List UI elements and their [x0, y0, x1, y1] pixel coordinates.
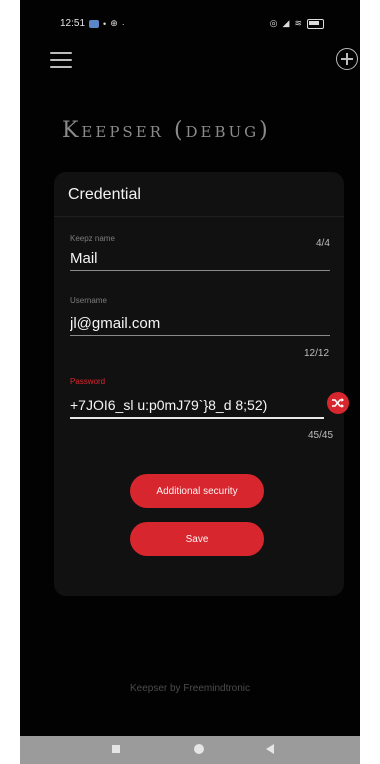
username-input[interactable]: jl@gmail.com	[70, 315, 320, 332]
dot-separator-icon: •	[103, 18, 107, 29]
app-notification-icon: ⊕	[110, 18, 118, 28]
keepz-name-input[interactable]: Mail	[70, 250, 310, 267]
status-left: 12:51 • ⊕ ·	[60, 18, 125, 29]
alarm-icon: ◎	[269, 18, 278, 28]
keepz-name-label: Keepz name	[70, 234, 115, 243]
system-nav-bar	[20, 736, 360, 764]
card-divider	[54, 216, 344, 217]
keepz-name-counter: 4/4	[316, 238, 330, 249]
battery-icon	[307, 18, 324, 29]
shuffle-glyph	[332, 398, 344, 408]
menu-icon[interactable]	[50, 52, 72, 68]
app-title: Keepser (debug)	[62, 118, 271, 143]
shuffle-icon[interactable]	[327, 392, 349, 414]
credential-card: Credential Keepz name 4/4 Mail Username …	[54, 172, 349, 596]
password-underline	[70, 417, 324, 419]
username-label: Username	[70, 296, 107, 305]
password-input[interactable]: +7JOI6_sl u:p0mJ79`}8_d 8;52)	[70, 397, 324, 413]
username-counter: 12/12	[304, 348, 330, 359]
home-icon[interactable]	[194, 744, 204, 754]
signal-icon: ◢	[282, 18, 290, 28]
username-underline	[70, 335, 330, 336]
save-button[interactable]: Save	[130, 522, 264, 556]
status-time: 12:51	[60, 18, 86, 29]
footer-text: Keepser by Freemindtronic	[129, 683, 251, 694]
password-counter: 45/45	[308, 430, 334, 441]
status-right: ◎ ◢ ≋	[270, 18, 324, 29]
add-circle-icon[interactable]	[336, 48, 358, 70]
additional-security-button[interactable]: Additional security	[130, 474, 264, 508]
password-label: Password	[70, 377, 106, 386]
app-screen: 12:51 • ⊕ · ◎ ◢ ≋ Keepser (debug) Creden…	[20, 0, 360, 764]
keepz-name-underline	[70, 270, 330, 271]
more-notifications-icon: ·	[121, 18, 125, 29]
notification-icon	[89, 19, 100, 28]
wifi-icon: ≋	[294, 18, 302, 28]
recents-icon[interactable]	[112, 745, 120, 753]
status-bar: 12:51 • ⊕ · ◎ ◢ ≋	[20, 0, 360, 38]
back-icon[interactable]	[266, 744, 274, 754]
card-title: Credential	[68, 186, 141, 203]
